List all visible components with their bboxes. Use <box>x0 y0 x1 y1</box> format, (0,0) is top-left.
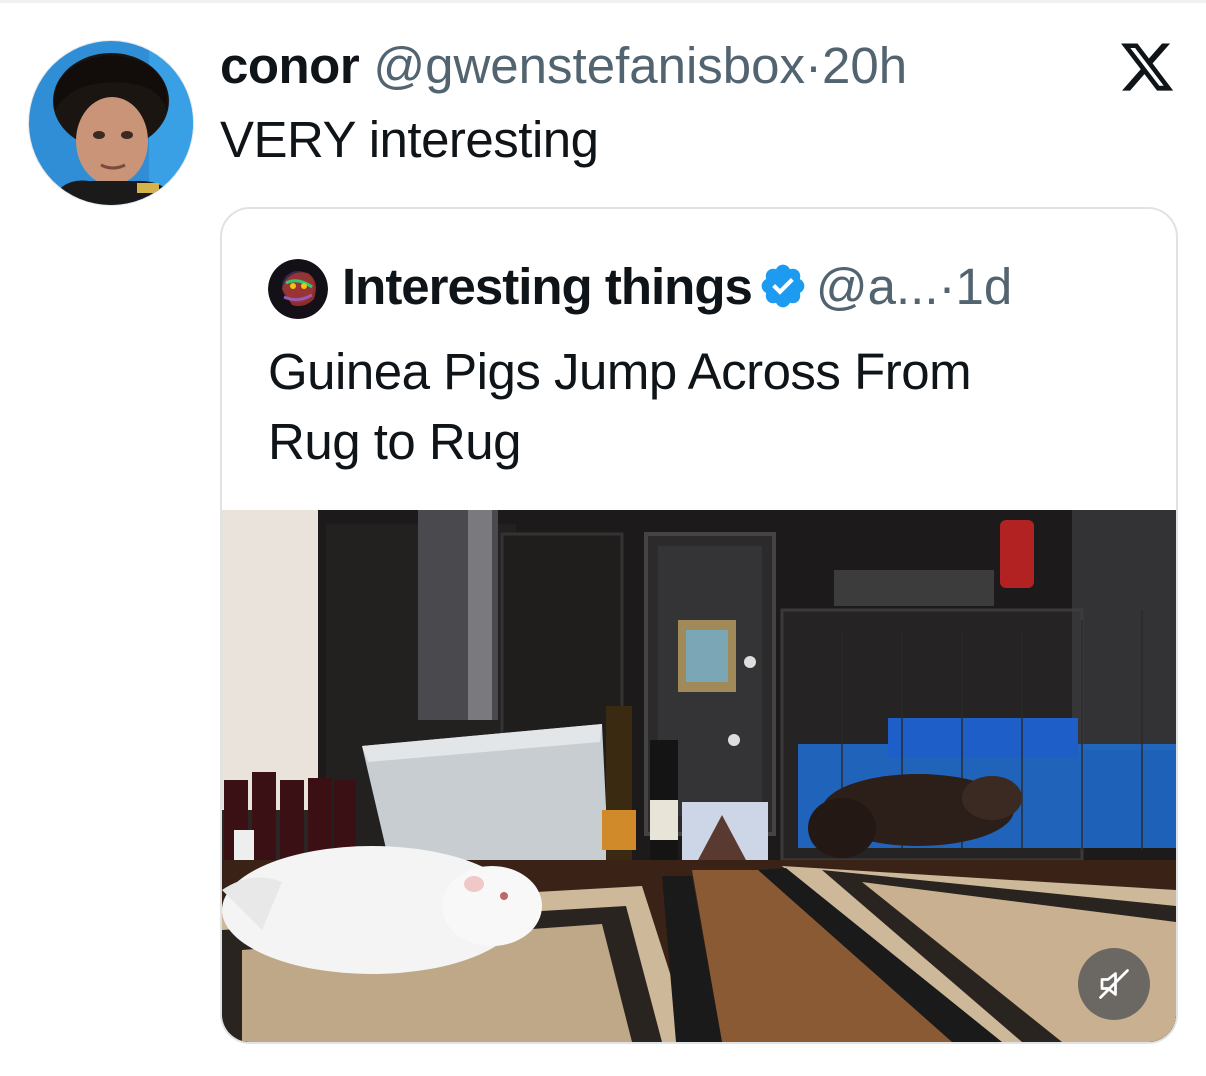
quoted-text-line-2: Rug to Rug <box>268 413 522 470</box>
tweet-timestamp[interactable]: 20h <box>822 37 907 94</box>
quoted-tweet-header: Interesting things @a...·1d <box>342 255 1012 319</box>
tweet-text: VERY interesting <box>220 111 599 168</box>
tweet-header: conor @gwenstefanisbox·20h <box>220 34 907 98</box>
quoted-tweet-text: Guinea Pigs Jump Across From Rug to Rug <box>268 337 1148 477</box>
quoted-timestamp[interactable]: 1d <box>956 258 1013 315</box>
video-frame <box>222 510 1176 1042</box>
verified-badge-icon <box>761 264 805 308</box>
video-player[interactable] <box>222 510 1176 1042</box>
x-logo-icon[interactable] <box>1118 38 1176 96</box>
top-divider <box>0 0 1206 3</box>
quoted-author-avatar[interactable] <box>268 259 328 319</box>
header-separator: · <box>805 37 823 94</box>
quoted-tweet-card[interactable]: Interesting things @a...·1d Guinea Pigs … <box>220 207 1178 1044</box>
quoted-header-separator: · <box>938 258 956 315</box>
muted-speaker-icon <box>1099 969 1129 999</box>
quoted-display-name[interactable]: Interesting things <box>342 258 753 315</box>
quoted-handle[interactable]: @a... <box>816 258 939 315</box>
author-avatar[interactable] <box>28 40 194 206</box>
author-avatar-image <box>29 41 193 205</box>
mute-toggle-button[interactable] <box>1078 948 1150 1020</box>
quoted-avatar-image <box>268 259 328 319</box>
author-display-name[interactable]: conor <box>220 37 360 94</box>
author-handle[interactable]: @gwenstefanisbox <box>373 37 805 94</box>
quoted-text-line-1: Guinea Pigs Jump Across From <box>268 343 972 400</box>
